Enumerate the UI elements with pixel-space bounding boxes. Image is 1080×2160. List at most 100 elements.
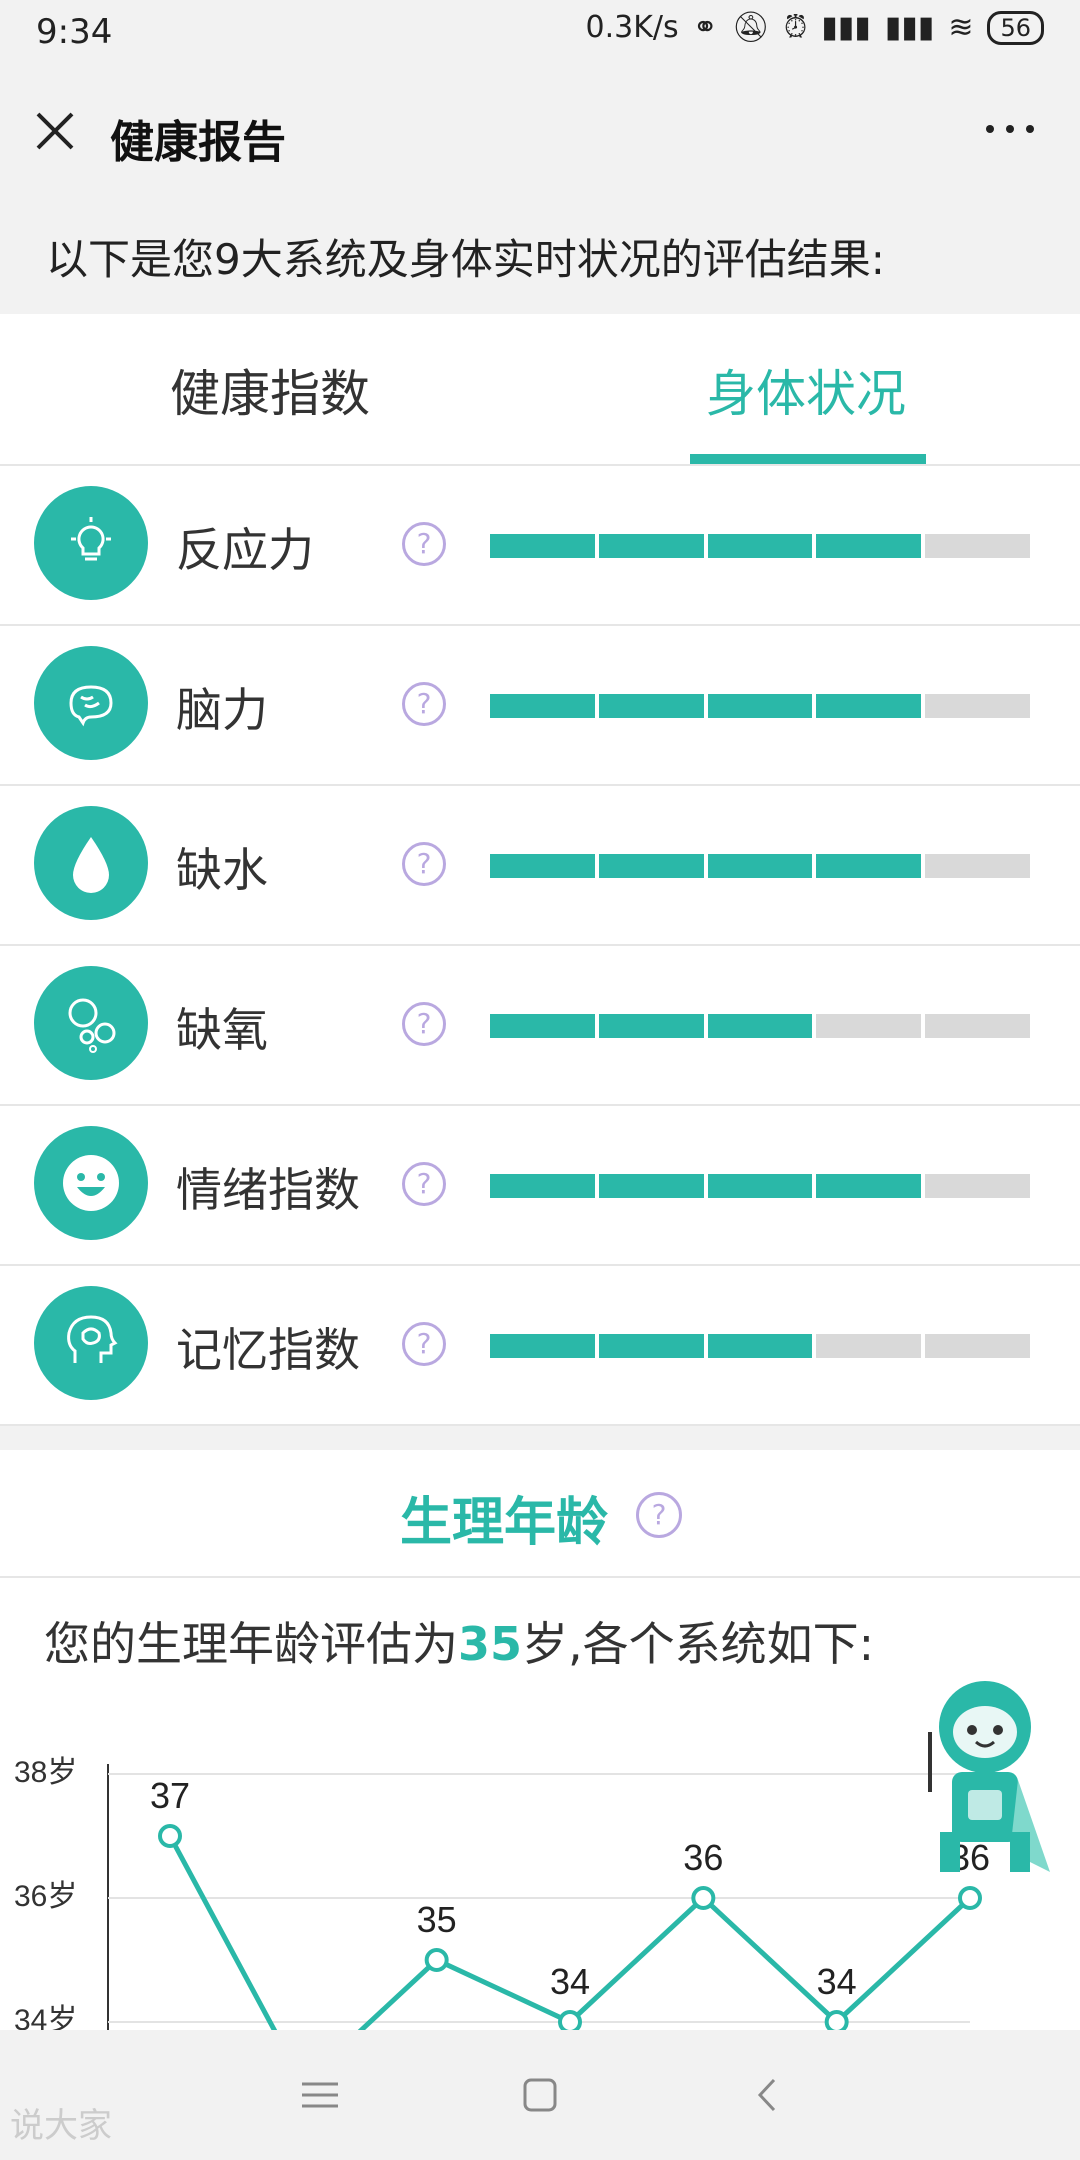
- indicator-row[interactable]: 记忆指数?: [0, 1266, 1080, 1426]
- level-segment: [707, 1174, 813, 1198]
- data-point: [691, 1886, 716, 1910]
- title-bar: 健康报告: [0, 66, 1080, 196]
- level-segment: [598, 854, 704, 878]
- level-segment: [707, 534, 813, 558]
- age-value: 35: [458, 1617, 523, 1671]
- indicator-row[interactable]: 缺水?: [0, 786, 1080, 946]
- wifi-icon: ≋: [948, 10, 974, 45]
- link-icon: ⚭: [692, 10, 718, 45]
- level-segment: [925, 854, 1030, 878]
- level-segment: [707, 854, 813, 878]
- data-label: 34: [817, 1961, 857, 2002]
- system-nav-bar: [0, 2030, 1080, 2160]
- status-time: 9:34: [36, 12, 113, 52]
- status-icons: 0.3K/s ⚭ 🔕︎ ⏰︎ ▮▮▮ ▮▮▮ ≋ 56: [585, 10, 1044, 45]
- water-drop-icon: [34, 806, 148, 920]
- help-icon[interactable]: ?: [402, 682, 446, 726]
- data-point: [158, 1824, 182, 1848]
- network-speed: 0.3K/s: [585, 10, 679, 45]
- indicator-label: 缺氧: [176, 1003, 268, 1057]
- indicator-label: 记忆指数: [176, 1323, 360, 1377]
- smile-icon: [34, 1126, 148, 1240]
- level-segment: [816, 1174, 922, 1198]
- data-label: 36: [683, 1837, 723, 1878]
- level-segment: [490, 534, 595, 558]
- level-segment: [925, 1014, 1030, 1038]
- level-segment: [816, 694, 922, 718]
- age-summary-text: 您的生理年龄评估为35岁,各个系统如下:: [44, 1608, 874, 1674]
- level-segment: [490, 1014, 595, 1038]
- level-segment: [490, 1174, 595, 1198]
- intro-text: 以下是您9大系统及身体实时状况的评估结果:: [46, 235, 885, 284]
- level-segment: [925, 1174, 1030, 1198]
- help-icon[interactable]: ?: [402, 522, 446, 566]
- indicator-row[interactable]: 情绪指数?: [0, 1106, 1080, 1266]
- indicator-list: 反应力? 脑力? 缺水? 缺氧? 情绪指数? 记忆指数?: [0, 466, 1080, 1426]
- tab-body-status[interactable]: 身体状况: [706, 354, 906, 426]
- age-help-icon[interactable]: ?: [636, 1492, 682, 1538]
- level-bar: [490, 1334, 1030, 1358]
- age-text-prefix: 您的生理年龄评估为: [44, 1617, 458, 1671]
- watermark: 说大家: [10, 2106, 112, 2146]
- help-icon[interactable]: ?: [402, 842, 446, 886]
- y-tick-label: 36岁: [14, 1880, 77, 1913]
- status-bar: 9:34 0.3K/s ⚭ 🔕︎ ⏰︎ ▮▮▮ ▮▮▮ ≋ 56: [0, 0, 1080, 66]
- data-point: [824, 2010, 849, 2030]
- level-segment: [598, 1174, 704, 1198]
- robot-mascot-icon[interactable]: [910, 1672, 1060, 1882]
- report-tabs: 健康指数 身体状况: [0, 314, 1080, 466]
- level-segment: [707, 1014, 813, 1038]
- level-segment: [816, 1014, 922, 1038]
- level-bar: [490, 694, 1030, 718]
- level-bar: [490, 854, 1030, 878]
- help-icon[interactable]: ?: [402, 1322, 446, 1366]
- indicator-label: 反应力: [176, 523, 314, 577]
- data-point: [424, 1948, 449, 1972]
- signal-icon: ▮▮▮: [821, 10, 871, 45]
- data-point: [958, 1886, 982, 1910]
- brain-icon: [34, 646, 148, 760]
- lightbulb-icon: [34, 486, 148, 600]
- more-menu-icon[interactable]: [980, 104, 1040, 154]
- close-icon[interactable]: [30, 106, 80, 156]
- level-bar: [490, 534, 1030, 558]
- back-icon[interactable]: [738, 2070, 798, 2120]
- help-icon[interactable]: ?: [402, 1162, 446, 1206]
- data-label: 34: [550, 1961, 590, 2002]
- indicator-row[interactable]: 反应力?: [0, 466, 1080, 626]
- level-bar: [490, 1014, 1030, 1038]
- mute-icon: 🔕︎: [731, 10, 770, 45]
- active-tab-indicator: [690, 454, 926, 464]
- tab-health-index[interactable]: 健康指数: [170, 354, 370, 426]
- level-segment: [490, 694, 595, 718]
- age-title: 生理年龄: [400, 1493, 609, 1553]
- level-segment: [598, 534, 704, 558]
- head-brain-icon: [34, 1286, 148, 1400]
- indicator-label: 缺水: [176, 843, 268, 897]
- level-segment: [490, 854, 595, 878]
- level-segment: [816, 1334, 922, 1358]
- home-icon[interactable]: [510, 2070, 570, 2120]
- level-segment: [598, 1014, 704, 1038]
- data-point: [558, 2010, 582, 2030]
- alarm-icon: ⏰︎: [783, 10, 808, 45]
- level-segment: [707, 1334, 813, 1358]
- battery-indicator: 56: [987, 10, 1044, 45]
- level-segment: [490, 1334, 595, 1358]
- level-segment: [707, 694, 813, 718]
- indicator-row[interactable]: 脑力?: [0, 626, 1080, 786]
- help-icon[interactable]: ?: [402, 1002, 446, 1046]
- level-segment: [925, 534, 1030, 558]
- y-tick-label: 34岁: [14, 2004, 77, 2030]
- level-segment: [816, 534, 922, 558]
- indicator-label: 脑力: [176, 683, 268, 737]
- data-label: 37: [150, 1775, 190, 1816]
- level-segment: [925, 1334, 1030, 1358]
- y-tick-label: 38岁: [14, 1756, 77, 1789]
- data-label: 35: [417, 1899, 457, 1940]
- bubbles-icon: [34, 966, 148, 1080]
- menu-icon[interactable]: [290, 2070, 350, 2120]
- level-segment: [598, 1334, 704, 1358]
- signal2-icon: ▮▮▮: [884, 10, 935, 45]
- indicator-row[interactable]: 缺氧?: [0, 946, 1080, 1106]
